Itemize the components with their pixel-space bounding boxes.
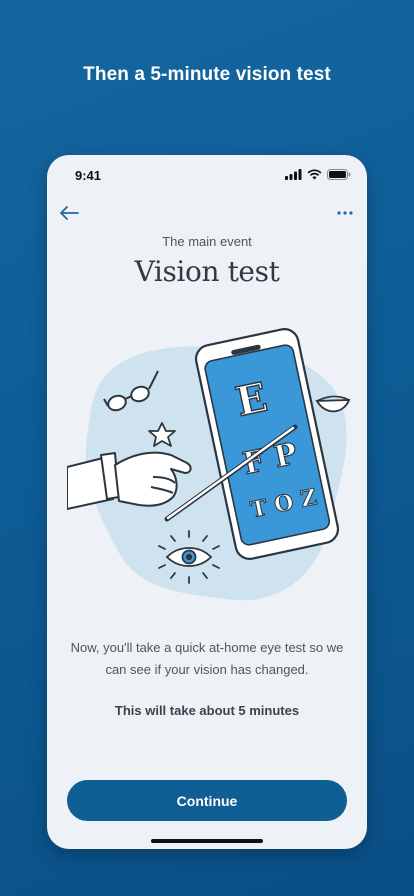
continue-button[interactable]: Continue [67, 780, 347, 821]
more-dots-icon [337, 211, 353, 215]
eyebrow-label: The main event [162, 234, 252, 249]
battery-icon [327, 169, 351, 180]
home-indicator [151, 839, 263, 843]
status-time: 9:41 [75, 168, 102, 183]
instruction-text: Now, you'll take a quick at-home eye tes… [70, 640, 344, 677]
nav-bar [47, 199, 367, 227]
wifi-icon [307, 169, 322, 180]
signal-icon [285, 169, 302, 180]
back-button[interactable] [55, 199, 83, 227]
page-title: Vision test [134, 255, 280, 288]
status-bar: 9:41 [47, 155, 367, 195]
more-button[interactable] [331, 199, 359, 227]
marketing-headline: Then a 5-minute vision test [83, 64, 331, 85]
vision-test-illustration: E F P T O Z [67, 328, 351, 601]
duration-text: This will take about 5 minutes [114, 703, 300, 718]
arrow-left-icon [60, 206, 79, 220]
phone-mockup: 9:41 The main event Vision test E F P T … [47, 155, 367, 849]
status-icons [285, 169, 351, 180]
